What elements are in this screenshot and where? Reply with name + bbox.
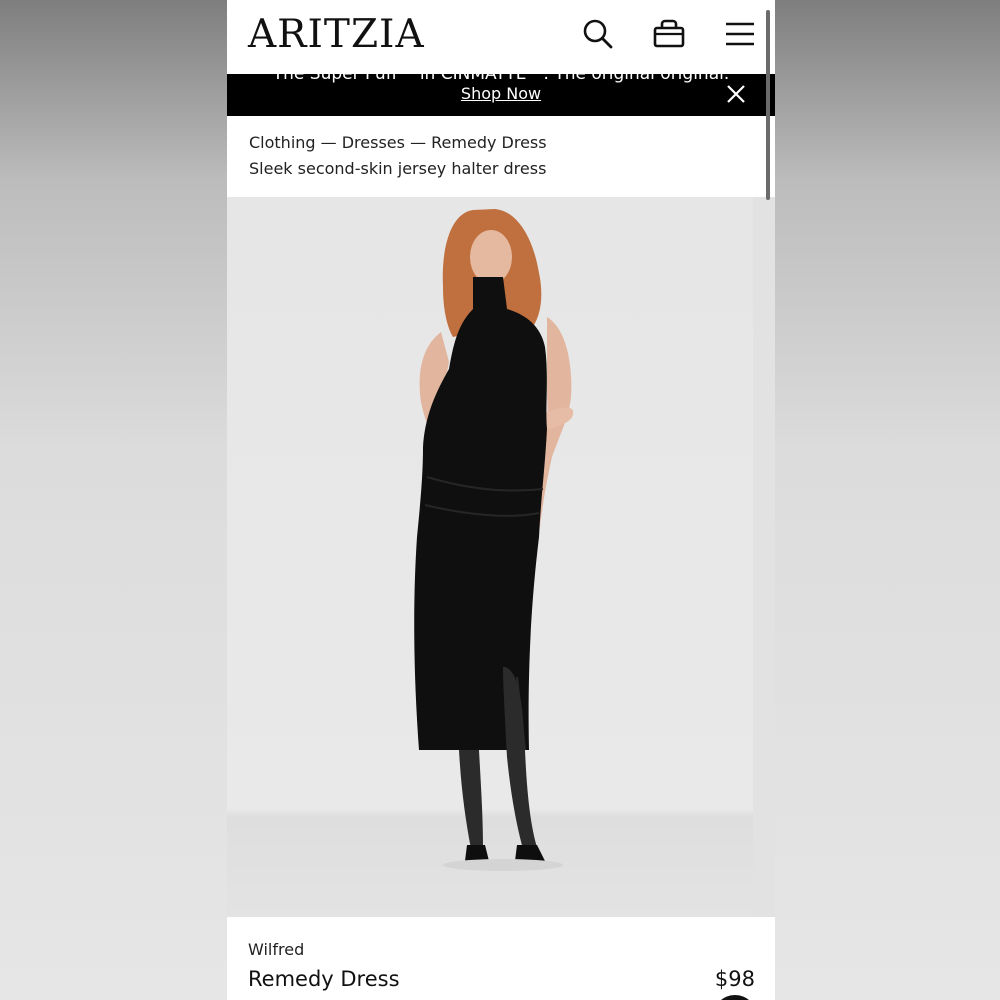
search-icon[interactable] (582, 18, 614, 50)
product-page: ARITZIA The Super Puff™ in CINMATTE™. Th… (227, 0, 775, 1000)
bag-icon[interactable] (653, 18, 685, 50)
product-brand[interactable]: Wilfred (248, 938, 304, 962)
product-name: Remedy Dress (248, 967, 400, 991)
model-illustration (414, 209, 574, 871)
product-price: $98 (714, 967, 755, 991)
product-image[interactable] (227, 197, 775, 917)
site-header: ARITZIA (227, 0, 775, 74)
promo-text: The Super Puff™ in CINMATTE™. The origin… (272, 74, 730, 84)
shop-now-link[interactable]: Shop Now (227, 84, 775, 104)
promo-banner: The Super Puff™ in CINMATTE™. The origin… (227, 74, 775, 116)
scrollbar[interactable] (766, 10, 770, 200)
close-icon[interactable] (725, 83, 747, 105)
menu-icon[interactable] (724, 18, 756, 50)
aritzia-logo[interactable]: ARITZIA (248, 13, 425, 57)
breadcrumb[interactable]: Clothing — Dresses — Remedy Dress (249, 131, 547, 155)
color-swatch[interactable] (713, 995, 757, 1000)
next-image-peek[interactable] (753, 197, 775, 917)
product-subtitle: Sleek second-skin jersey halter dress (249, 159, 547, 178)
